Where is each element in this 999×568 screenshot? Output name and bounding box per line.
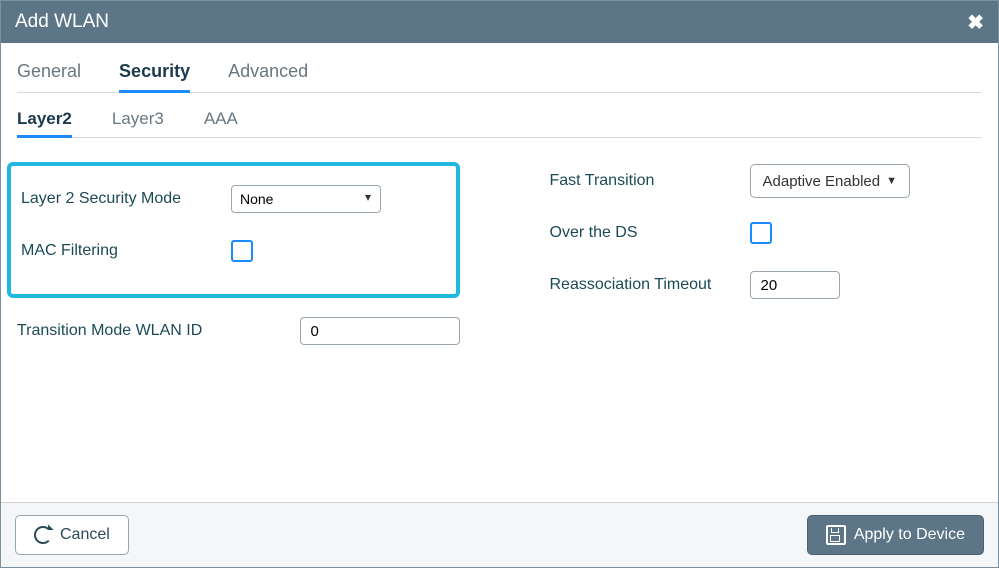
security-subtabs: Layer2 Layer3 AAA <box>17 99 982 138</box>
tab-general[interactable]: General <box>17 49 81 92</box>
label-reassociation-timeout: Reassociation Timeout <box>550 276 750 294</box>
input-reassociation-timeout[interactable] <box>750 271 840 299</box>
label-l2-security-mode: Layer 2 Security Mode <box>21 190 231 208</box>
row-fast-transition: Fast Transition Adaptive Enabled ▼ <box>550 162 983 200</box>
cancel-button[interactable]: Cancel <box>15 515 129 555</box>
modal-title: Add WLAN <box>15 11 109 33</box>
apply-button-label: Apply to Device <box>854 526 965 544</box>
subtab-layer2[interactable]: Layer2 <box>17 99 72 137</box>
main-tabs: General Security Advanced <box>17 49 982 93</box>
subtab-aaa[interactable]: AAA <box>204 99 238 137</box>
dropdown-fast-transition[interactable]: Adaptive Enabled ▼ <box>750 164 910 198</box>
modal-body: General Security Advanced Layer2 Layer3 … <box>1 43 998 502</box>
select-l2-security-mode-wrap: None <box>231 185 381 213</box>
select-l2-security-mode[interactable]: None <box>231 185 381 213</box>
input-transition-mode-wlan-id[interactable] <box>300 317 460 345</box>
row-transition-mode: Transition Mode WLAN ID <box>17 312 460 350</box>
highlight-box: Layer 2 Security Mode None MAC Filtering <box>7 162 460 298</box>
chevron-down-icon: ▼ <box>886 175 897 187</box>
row-mac-filtering: MAC Filtering <box>21 232 446 270</box>
left-column: Layer 2 Security Mode None MAC Filtering… <box>17 162 500 502</box>
subtab-layer3[interactable]: Layer3 <box>112 99 164 137</box>
checkbox-over-the-ds[interactable] <box>750 222 772 244</box>
tab-advanced[interactable]: Advanced <box>228 49 308 92</box>
label-fast-transition: Fast Transition <box>550 172 750 190</box>
right-column: Fast Transition Adaptive Enabled ▼ Over … <box>500 162 983 502</box>
save-icon <box>826 525 846 545</box>
label-transition-mode: Transition Mode WLAN ID <box>17 322 300 340</box>
apply-to-device-button[interactable]: Apply to Device <box>807 515 984 555</box>
undo-icon <box>34 526 52 544</box>
checkbox-mac-filtering[interactable] <box>231 240 253 262</box>
add-wlan-modal: Add WLAN ✖ General Security Advanced Lay… <box>0 0 999 568</box>
row-l2-security-mode: Layer 2 Security Mode None <box>21 180 446 218</box>
tab-security[interactable]: Security <box>119 49 190 92</box>
close-icon[interactable]: ✖ <box>967 10 984 35</box>
row-reassociation-timeout: Reassociation Timeout <box>550 266 983 304</box>
dropdown-fast-transition-value: Adaptive Enabled <box>763 173 881 190</box>
row-over-the-ds: Over the DS <box>550 214 983 252</box>
cancel-button-label: Cancel <box>60 526 110 544</box>
label-mac-filtering: MAC Filtering <box>21 242 231 260</box>
modal-footer: Cancel Apply to Device <box>1 502 998 567</box>
form-area: Layer 2 Security Mode None MAC Filtering… <box>17 138 982 502</box>
label-over-the-ds: Over the DS <box>550 224 750 242</box>
modal-titlebar: Add WLAN ✖ <box>1 1 998 43</box>
